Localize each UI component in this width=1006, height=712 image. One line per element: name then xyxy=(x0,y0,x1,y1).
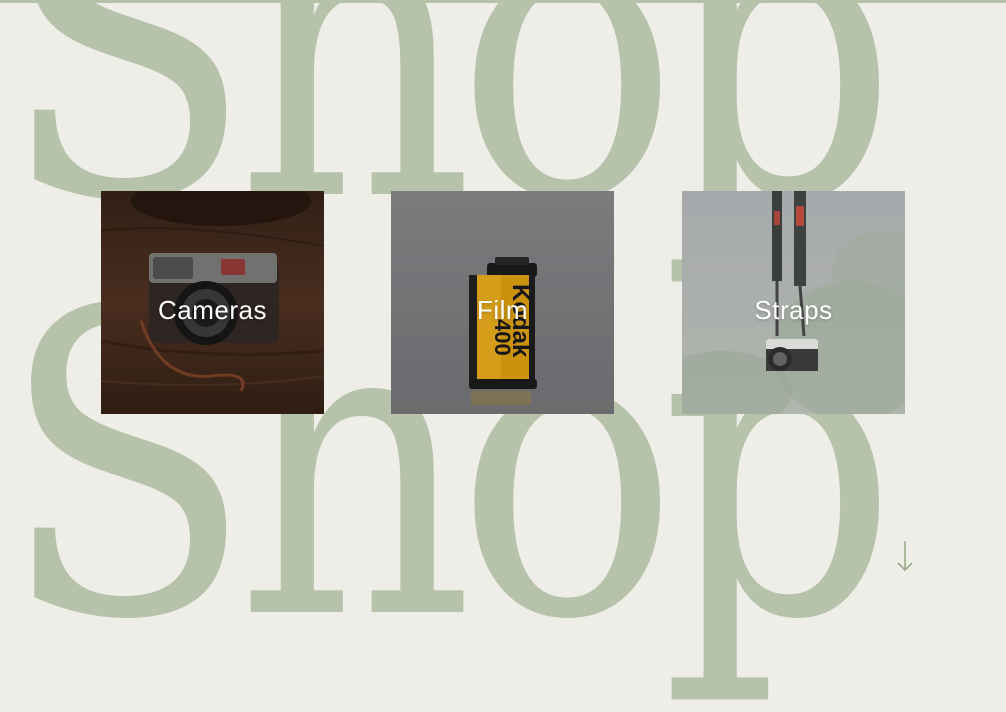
category-label-straps: Straps xyxy=(754,295,833,325)
category-label-cameras: Cameras xyxy=(158,295,267,325)
arrow-down-icon xyxy=(897,541,913,572)
scroll-down-button[interactable] xyxy=(893,538,917,574)
category-card-cameras[interactable]: Cameras xyxy=(101,191,324,414)
category-card-film[interactable]: Kodak 400 Film xyxy=(391,191,614,414)
category-label-film: Film xyxy=(476,295,529,325)
category-card-straps[interactable]: Straps xyxy=(682,191,905,414)
